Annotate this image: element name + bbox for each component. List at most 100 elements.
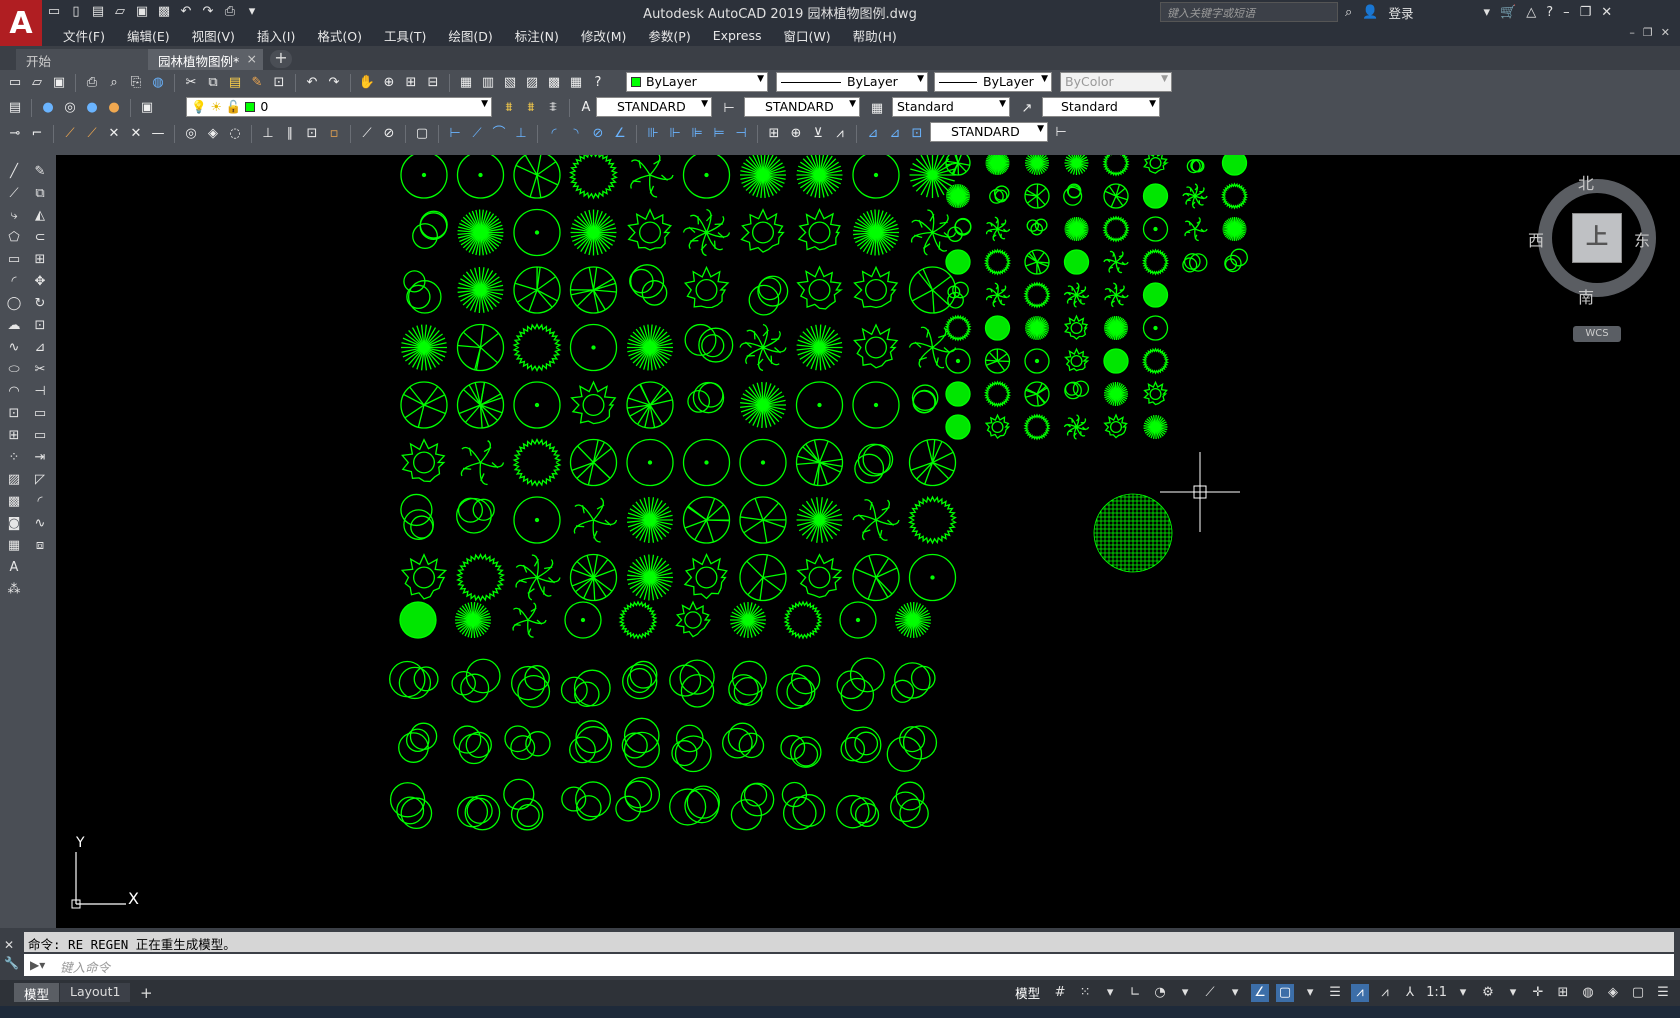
wrench-icon[interactable]: 🔧 <box>4 954 19 972</box>
login-link[interactable]: 登录 <box>1388 3 1413 22</box>
insert-block-icon[interactable]: ⊡ <box>5 405 23 423</box>
viewcube-top-face[interactable]: 上 <box>1572 213 1622 263</box>
layer-properties-icon[interactable]: ▤ <box>6 99 24 117</box>
viewcube-north[interactable]: 北 <box>1578 170 1594 194</box>
chevron-down-icon[interactable]: ▾ <box>1301 984 1319 1002</box>
dropdown-icon[interactable]: ▾ <box>1483 5 1490 20</box>
paste-icon[interactable]: ▤ <box>226 74 244 92</box>
array-icon[interactable]: ⊞ <box>31 251 49 269</box>
snap-midpoint-icon[interactable]: ⟋ <box>83 125 101 143</box>
undo-icon[interactable]: ↶ <box>178 4 194 20</box>
tab-close-icon[interactable]: × <box>247 51 257 66</box>
cut-icon[interactable]: ✂ <box>182 74 200 92</box>
text-style-dropdown[interactable]: STANDARD ▼ <box>596 97 712 117</box>
snap-center-icon[interactable]: ◎ <box>182 125 200 143</box>
tool-palettes-icon[interactable]: ▧ <box>501 74 519 92</box>
stretch-icon[interactable]: ⊿ <box>31 339 49 357</box>
baseline-dim-icon[interactable]: ⊩ <box>666 125 684 143</box>
annotation-monitor-icon[interactable]: ✛ <box>1529 984 1547 1002</box>
dim-style-dropdown[interactable]: STANDARD ▼ <box>744 97 860 117</box>
properties-icon[interactable]: ▦ <box>457 74 475 92</box>
tab-drawing[interactable]: 园林植物图例* × <box>148 49 263 70</box>
chevron-down-icon[interactable]: ▾ <box>1176 984 1194 1002</box>
mleader-style-icon[interactable]: ↗ <box>1018 100 1036 118</box>
save-icon[interactable]: ▣ <box>134 4 150 20</box>
osnap-settings-icon[interactable]: ▢ <box>413 125 431 143</box>
pan-icon[interactable]: ✋ <box>358 74 376 92</box>
object-snap-icon[interactable]: ▢ <box>1276 983 1295 1002</box>
a360-icon[interactable]: △ <box>1526 5 1536 20</box>
layer-previous-icon[interactable]: ⩨ <box>544 99 562 117</box>
design-center-icon[interactable]: ▥ <box>479 74 497 92</box>
new-tab-button[interactable]: + <box>270 50 292 68</box>
scale-icon[interactable]: ⊡ <box>31 317 49 335</box>
break-at-point-icon[interactable]: ▭ <box>31 405 49 423</box>
close-icon[interactable]: ✕ <box>1601 5 1612 20</box>
shaded-icon[interactable]: ● <box>105 99 123 117</box>
model-space-button[interactable]: 模型 <box>1015 983 1040 1002</box>
table-style-dropdown[interactable]: Standard ▼ <box>892 97 1010 117</box>
menu-edit[interactable]: 编辑(E) <box>116 26 181 45</box>
menu-parametric[interactable]: 参数(P) <box>637 26 701 45</box>
ellipse-icon[interactable]: ⬭ <box>5 361 23 379</box>
workspace-gear-icon[interactable]: ⚙ <box>1479 984 1497 1002</box>
snap-nearest-icon[interactable]: ⟋ <box>358 125 376 143</box>
hardware-acceleration-icon[interactable]: ◈ <box>1604 984 1622 1002</box>
snap-apparent-icon[interactable]: ✕ <box>127 125 145 143</box>
rectangle-icon[interactable]: ▭ <box>5 251 23 269</box>
viewcube-west[interactable]: 西 <box>1528 227 1544 251</box>
ellipse-arc-icon[interactable]: ◠ <box>5 383 23 401</box>
trim-icon[interactable]: ✂ <box>31 361 49 379</box>
gradient-icon[interactable]: ▩ <box>5 493 23 511</box>
menu-draw[interactable]: 绘图(D) <box>437 26 503 45</box>
help-icon[interactable]: ? <box>1546 5 1553 20</box>
tab-start[interactable]: 开始 <box>16 49 148 70</box>
menu-view[interactable]: 视图(V) <box>181 26 246 45</box>
lineweight-dropdown[interactable]: ByLayer ▼ <box>934 72 1052 92</box>
plot-preview-icon[interactable]: ⌕ <box>105 74 123 92</box>
fillet-icon[interactable]: ◜ <box>31 493 49 511</box>
dim-text-edit-icon[interactable]: ⊿ <box>886 125 904 143</box>
markup-icon[interactable]: ▩ <box>545 74 563 92</box>
text-style-icon[interactable]: A <box>577 99 595 117</box>
explode-icon[interactable]: ⧈ <box>31 537 49 555</box>
minimize-icon[interactable]: – <box>1563 5 1570 20</box>
restore-icon[interactable]: ❐ <box>1580 5 1592 20</box>
grid-icon[interactable]: # <box>1051 984 1069 1002</box>
table-icon[interactable]: ▦ <box>5 537 23 555</box>
hatch-icon[interactable]: ▨ <box>5 471 23 489</box>
linetype-dropdown[interactable]: ByLayer ▼ <box>776 72 928 92</box>
tab-layout1[interactable]: Layout1 <box>60 983 131 1002</box>
menu-modify[interactable]: 修改(M) <box>570 26 638 45</box>
snap-quadrant-icon[interactable]: ◈ <box>204 125 222 143</box>
dim-aligned-icon[interactable]: ⟋ <box>468 125 486 143</box>
polyline-icon[interactable]: ⤷ <box>5 207 23 225</box>
zoom-window-icon[interactable]: ⊞ <box>402 74 420 92</box>
auto-scale-icon[interactable]: ⩘ <box>1376 984 1394 1002</box>
annotation-scale-icon[interactable]: ⅄ <box>1401 984 1419 1002</box>
join-icon[interactable]: ⇥ <box>31 449 49 467</box>
chevron-down-icon[interactable]: ▾ <box>1101 984 1119 1002</box>
dim-radius-icon[interactable]: ◜ <box>545 125 563 143</box>
dim-style-dropdown-2[interactable]: STANDARD ▼ <box>930 122 1048 142</box>
cart-icon[interactable]: 🛒 <box>1500 5 1516 20</box>
publish-icon[interactable]: ⎘ <box>127 74 145 92</box>
undo-icon[interactable]: ↶ <box>303 74 321 92</box>
close-icon[interactable]: ✕ <box>4 936 19 954</box>
menu-window[interactable]: 窗口(W) <box>773 26 842 45</box>
snap-icon[interactable]: ⁙ <box>1076 984 1094 1002</box>
move-icon[interactable]: ✥ <box>31 273 49 291</box>
doc-close-icon[interactable]: ✕ <box>1661 26 1670 39</box>
dim-linear-icon[interactable]: ⊢ <box>446 125 464 143</box>
menu-express[interactable]: Express <box>702 28 773 43</box>
match-properties-icon[interactable]: ✎ <box>248 74 266 92</box>
continue-dim-icon[interactable]: ⊫ <box>688 125 706 143</box>
snap-none-icon[interactable]: ⊘ <box>380 125 398 143</box>
visual-style-icon[interactable]: ● <box>39 99 57 117</box>
plotstyle-dropdown[interactable]: ByColor ▼ <box>1060 72 1172 92</box>
chevron-down-icon[interactable]: ▾ <box>1226 984 1244 1002</box>
region-icon[interactable]: ◙ <box>5 515 23 533</box>
menu-insert[interactable]: 插入(I) <box>246 26 306 45</box>
add-layout-button[interactable]: + <box>130 983 163 1002</box>
dim-edit-icon[interactable]: ⊿ <box>864 125 882 143</box>
